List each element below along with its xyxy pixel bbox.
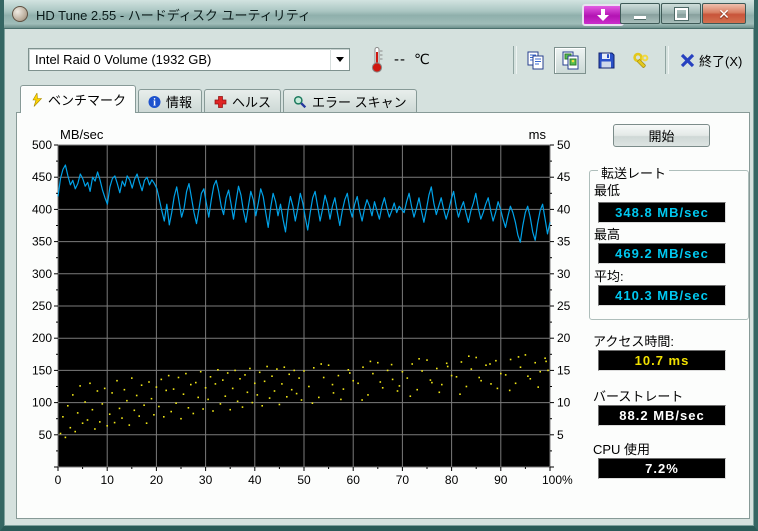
svg-text:MB/sec: MB/sec	[60, 127, 104, 142]
access-time-value: 10.7 ms	[598, 350, 726, 371]
svg-text:100%: 100%	[542, 473, 573, 487]
exit-button-label: 終了(X)	[699, 54, 743, 69]
svg-text:10: 10	[557, 396, 571, 410]
access-time-label: アクセス時間:	[593, 334, 674, 349]
chevron-down-icon[interactable]	[330, 49, 349, 70]
svg-text:ms: ms	[529, 127, 547, 142]
svg-text:15: 15	[557, 363, 571, 377]
svg-text:5: 5	[557, 428, 564, 442]
svg-text:20: 20	[150, 473, 164, 487]
toolbar-separator	[665, 46, 669, 74]
svg-text:45: 45	[557, 170, 571, 184]
tab-health-label: ヘルス	[232, 95, 272, 110]
min-label: 最低	[594, 183, 621, 198]
save-icon	[598, 52, 614, 69]
window-title: HD Tune 2.55 - ハードディスク ユーティリティ	[36, 8, 311, 23]
svg-text:50: 50	[39, 428, 53, 442]
svg-text:0: 0	[55, 473, 62, 487]
svg-text:350: 350	[32, 235, 52, 249]
tab-benchmark-label: ベンチマーク	[48, 93, 127, 108]
max-value: 469.2 MB/sec	[598, 243, 726, 264]
svg-text:200: 200	[32, 331, 52, 345]
benchmark-panel: 0 10 20 30 40 50 60 70 80 90 100% 500 450 400 350 300 25…	[16, 112, 750, 519]
save-button[interactable]	[592, 47, 620, 74]
svg-text:50: 50	[297, 473, 311, 487]
copy-text-icon	[527, 51, 543, 70]
options-icon	[632, 52, 648, 68]
app-icon	[12, 6, 28, 22]
min-value: 348.8 MB/sec	[598, 202, 726, 223]
svg-text:450: 450	[32, 170, 52, 184]
temperature-readout: -- ℃	[370, 46, 430, 73]
scan-icon	[293, 95, 307, 109]
svg-text:80: 80	[445, 473, 459, 487]
svg-text:70: 70	[396, 473, 410, 487]
svg-text:40: 40	[248, 473, 262, 487]
svg-text:250: 250	[32, 299, 52, 313]
copy-text-button[interactable]	[521, 47, 549, 74]
drive-select-value: Intel Raid 0 Volume (1932 GB)	[35, 52, 212, 67]
burst-rate-value: 88.2 MB/sec	[598, 405, 726, 426]
minimize-button[interactable]	[620, 3, 660, 24]
svg-text:500: 500	[32, 138, 52, 152]
temperature-unit: ℃	[414, 51, 430, 67]
minimize-icon	[634, 16, 646, 19]
close-icon: ✕	[718, 5, 730, 22]
tab-health[interactable]: ヘルス	[204, 89, 282, 113]
avg-label: 平均:	[594, 269, 624, 284]
copy-image-icon	[562, 51, 578, 70]
max-label: 最高	[594, 227, 621, 242]
tab-error-scan-label: エラー スキャン	[312, 95, 407, 110]
options-button[interactable]	[627, 47, 655, 74]
svg-text:i: i	[153, 97, 156, 108]
exit-x-icon	[680, 53, 695, 68]
burst-rate-label: バーストレート	[593, 389, 684, 404]
tab-benchmark[interactable]: ベンチマーク	[20, 85, 137, 113]
svg-text:400: 400	[32, 202, 52, 216]
avg-value: 410.3 MB/sec	[598, 285, 726, 306]
svg-text:150: 150	[32, 363, 52, 377]
download-overlay-button[interactable]	[582, 4, 624, 26]
close-button[interactable]: ✕	[702, 3, 746, 24]
tab-strip: ベンチマーク i 情報 ヘルス エラー スキャン	[20, 85, 419, 113]
tab-info[interactable]: i 情報	[138, 89, 203, 113]
info-icon: i	[148, 95, 161, 109]
download-arrow-icon	[597, 8, 609, 21]
svg-text:50: 50	[557, 138, 571, 152]
svg-text:300: 300	[32, 267, 52, 281]
drive-select[interactable]: Intel Raid 0 Volume (1932 GB)	[28, 48, 350, 71]
maximize-icon	[674, 7, 688, 20]
exit-button[interactable]: 終了(X)	[676, 47, 746, 74]
svg-text:60: 60	[347, 473, 361, 487]
svg-text:100: 100	[32, 396, 52, 410]
svg-text:90: 90	[494, 473, 508, 487]
tab-info-label: 情報	[166, 95, 193, 110]
svg-text:20: 20	[557, 331, 571, 345]
cpu-usage-label: CPU 使用	[593, 442, 651, 457]
health-icon	[214, 95, 227, 109]
svg-text:25: 25	[557, 299, 571, 313]
lightning-icon	[30, 92, 43, 107]
cpu-usage-value: 7.2%	[598, 458, 726, 479]
tab-error-scan[interactable]: エラー スキャン	[283, 89, 417, 113]
toolbar-separator	[513, 46, 517, 74]
svg-text:30: 30	[199, 473, 213, 487]
title-bar[interactable]: HD Tune 2.55 - ハードディスク ユーティリティ ✕	[4, 0, 754, 29]
svg-text:35: 35	[557, 235, 571, 249]
thermometer-icon	[371, 47, 383, 73]
start-button[interactable]: 開始	[613, 124, 710, 147]
svg-text:10: 10	[101, 473, 115, 487]
copy-image-button[interactable]	[554, 47, 586, 74]
svg-text:40: 40	[557, 202, 571, 216]
svg-text:30: 30	[557, 267, 571, 281]
temperature-value: --	[394, 51, 406, 68]
hdtune-window: HD Tune 2.55 - ハードディスク ユーティリティ ✕ Intel R…	[0, 0, 758, 531]
maximize-button[interactable]	[661, 3, 701, 24]
